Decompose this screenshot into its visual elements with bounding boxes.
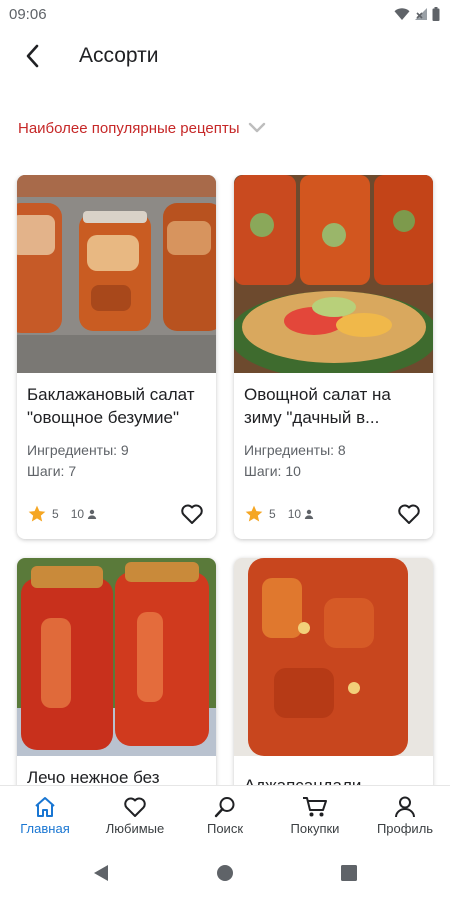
recipe-footer: 5 10 bbox=[27, 501, 204, 527]
recipe-title: Лечо нежное без bbox=[27, 768, 160, 785]
nav-favorites[interactable]: Любимые bbox=[90, 786, 180, 845]
sort-dropdown[interactable]: Наиболее популярные рецепты bbox=[18, 116, 266, 140]
recipe-card[interactable]: Аджапсандали bbox=[234, 558, 433, 785]
recipe-count: 10 bbox=[70, 507, 85, 521]
bottom-navigation: Главная Любимые Поиск Покупки Профиль bbox=[0, 785, 450, 845]
recipe-steps: Шаги: 10 bbox=[244, 463, 301, 479]
system-recents-button[interactable] bbox=[337, 861, 361, 885]
system-back-button[interactable] bbox=[89, 861, 113, 885]
triangle-back-icon bbox=[94, 864, 108, 881]
star-icon bbox=[28, 505, 46, 522]
recipe-image bbox=[234, 175, 433, 373]
recipe-image bbox=[17, 175, 216, 373]
recipe-count: 10 bbox=[287, 507, 302, 521]
arrow-back-icon bbox=[26, 44, 39, 68]
nav-search-label: Поиск bbox=[206, 820, 244, 836]
back-button[interactable] bbox=[16, 40, 48, 72]
search-icon bbox=[214, 796, 235, 817]
circle-home-icon bbox=[217, 864, 233, 881]
nav-home[interactable]: Главная bbox=[0, 786, 90, 845]
nav-profile-label: Профиль bbox=[376, 820, 434, 836]
favorite-button[interactable] bbox=[397, 503, 421, 525]
recipe-image bbox=[17, 558, 216, 756]
nav-favorites-label: Любимые bbox=[105, 820, 165, 836]
system-home-button[interactable] bbox=[213, 861, 237, 885]
person-icon bbox=[304, 509, 314, 519]
profile-icon bbox=[395, 796, 415, 817]
recipe-card[interactable]: Баклажановый салат "овощное безумие" Инг… bbox=[17, 175, 216, 539]
recipe-steps: Шаги: 7 bbox=[27, 463, 77, 479]
nav-search[interactable]: Поиск bbox=[180, 786, 270, 845]
page-title: Ассорти bbox=[79, 44, 159, 67]
nav-shopping-label: Покупки bbox=[290, 820, 340, 836]
recipe-rating: 5 bbox=[52, 507, 59, 521]
recipe-rating: 5 bbox=[269, 507, 276, 521]
heart-outline-icon bbox=[181, 504, 203, 524]
recipe-title: Баклажановый салат "овощное безумие" bbox=[27, 385, 195, 427]
star-icon bbox=[245, 505, 263, 522]
sort-dropdown-label: Наиболее популярные рецепты bbox=[18, 119, 240, 137]
recipe-ingredients: Ингредиенты: 9 bbox=[27, 442, 129, 458]
chevron-down-icon bbox=[248, 122, 265, 133]
recipe-title: Овощной салат на зиму "дачный в... bbox=[244, 385, 391, 427]
recipe-card[interactable]: Лечо нежное без bbox=[17, 558, 216, 785]
system-navigation-bar bbox=[0, 845, 450, 900]
status-time: 09:06 bbox=[9, 5, 47, 23]
heart-icon bbox=[124, 797, 146, 817]
recipe-title: Аджапсандали bbox=[244, 774, 423, 785]
wifi-icon bbox=[394, 8, 410, 20]
heart-outline-icon bbox=[398, 504, 420, 524]
top-app-bar: Ассорти bbox=[0, 28, 450, 84]
recipe-image bbox=[234, 558, 433, 756]
recipe-footer: 5 10 bbox=[244, 501, 421, 527]
square-recents-icon bbox=[341, 864, 357, 881]
recipe-card[interactable]: Овощной салат на зиму "дачный в... Ингре… bbox=[234, 175, 433, 539]
nav-home-label: Главная bbox=[20, 820, 70, 836]
favorite-button[interactable] bbox=[180, 503, 204, 525]
battery-icon bbox=[432, 7, 440, 21]
recipe-ingredients: Ингредиенты: 8 bbox=[244, 442, 346, 458]
home-icon bbox=[35, 796, 55, 817]
recipe-grid: Баклажановый салат "овощное безумие" Инг… bbox=[0, 175, 450, 785]
nav-profile[interactable]: Профиль bbox=[360, 786, 450, 845]
person-icon bbox=[87, 509, 97, 519]
status-icons bbox=[394, 7, 440, 21]
no-signal-icon bbox=[415, 8, 427, 20]
nav-shopping[interactable]: Покупки bbox=[270, 786, 360, 845]
status-bar: 09:06 bbox=[0, 0, 450, 28]
cart-icon bbox=[303, 796, 327, 816]
